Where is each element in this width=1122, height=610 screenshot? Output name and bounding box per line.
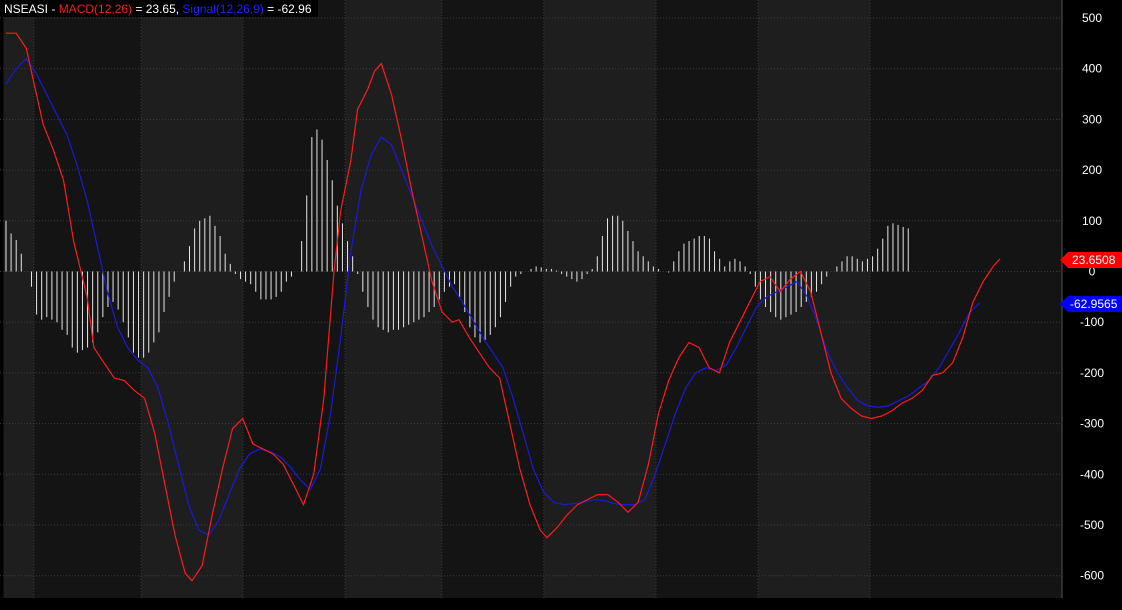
band-0 — [3, 0, 35, 598]
y-tick-label: 400 — [1082, 62, 1102, 76]
y-tick-label: -200 — [1080, 366, 1104, 380]
legend-signal-label: Signal(12,26,9) — [182, 2, 263, 16]
y-tick-label: 500 — [1082, 11, 1102, 25]
legend-signal-value: = -62.96 — [264, 2, 312, 16]
y-tick-label: 300 — [1082, 112, 1102, 126]
chart-canvas: 5004003002001000-100-200-300-400-500-600… — [0, 0, 1122, 610]
band-6 — [543, 0, 656, 598]
band-5 — [441, 0, 544, 598]
macd-chart: 500 400 300 200 100 0 -100 -200 -300 -400 -500 -600… — [0, 0, 1122, 610]
band-8 — [757, 0, 871, 598]
background-bands — [0, 0, 1122, 610]
band-2 — [141, 0, 244, 598]
macd-value-badge: 23.6508 — [1060, 252, 1122, 268]
signal-value-badge: -62.9565 — [1060, 296, 1122, 312]
band-3 — [243, 0, 345, 598]
y-tick-label: -100 — [1080, 315, 1104, 329]
macd-badge-text: 23.6508 — [1072, 253, 1116, 267]
y-tick-label: -500 — [1080, 518, 1104, 532]
legend-symbol: NSEASI — [4, 2, 48, 16]
signal-badge-text: -62.9565 — [1070, 297, 1118, 311]
band-7 — [655, 0, 758, 598]
y-tick-label: 100 — [1082, 214, 1102, 228]
legend-macd-value: = 23.65, — [132, 2, 182, 16]
y-tick-label: -300 — [1080, 417, 1104, 431]
y-tick-label: -600 — [1080, 569, 1104, 583]
legend-separator: - — [48, 2, 59, 16]
band-9 — [870, 0, 1062, 598]
y-tick-label: 200 — [1082, 163, 1102, 177]
chart-legend: NSEASI - MACD(12,26) = 23.65, Signal(12,… — [4, 2, 312, 16]
legend-macd-label: MACD(12,26) — [59, 2, 132, 16]
y-tick-label: -400 — [1080, 467, 1104, 481]
